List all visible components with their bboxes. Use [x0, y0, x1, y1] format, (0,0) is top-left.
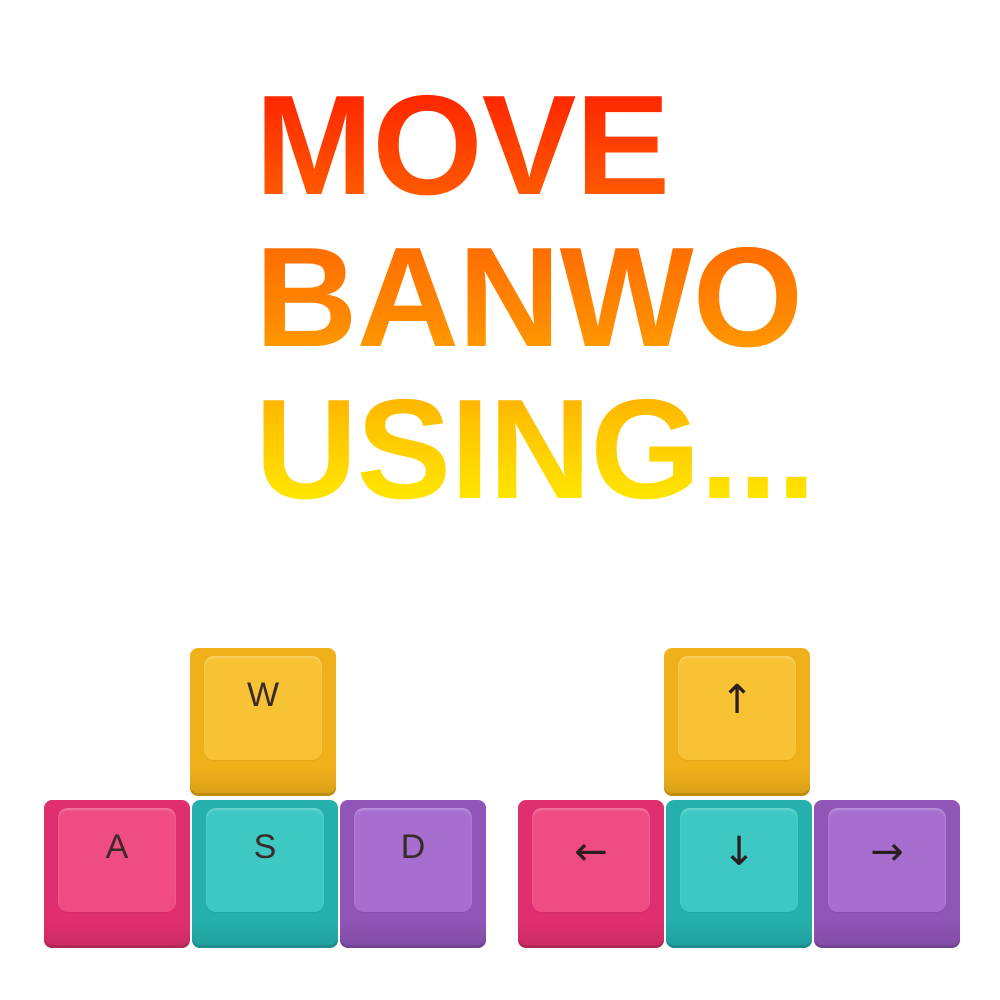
- key-arrow-right[interactable]: →: [814, 800, 960, 948]
- key-arrow-left[interactable]: ←: [518, 800, 664, 948]
- key-arrow-down-top: ↓: [680, 808, 798, 912]
- key-s-top: S: [206, 808, 324, 912]
- headline-line-using: USING...: [255, 370, 816, 529]
- key-arrow-left-top: ←: [532, 808, 650, 912]
- arrow-up-icon: ↑: [720, 677, 754, 723]
- headline-line-move: MOVE: [255, 66, 670, 225]
- key-w[interactable]: W: [190, 648, 336, 796]
- key-a-legend: A: [105, 828, 129, 866]
- key-w-legend: W: [246, 676, 280, 714]
- key-arrow-up-top: ↑: [678, 656, 796, 760]
- key-a[interactable]: A: [44, 800, 190, 948]
- headline-line-banwo: BANWO: [255, 218, 803, 377]
- wasd-keypad: W A S D: [44, 648, 486, 948]
- key-d-legend: D: [400, 828, 426, 866]
- key-w-top: W: [204, 656, 322, 760]
- key-d[interactable]: D: [340, 800, 486, 948]
- key-arrow-up[interactable]: ↑: [664, 648, 810, 796]
- arrow-right-icon: →: [870, 829, 904, 875]
- key-arrow-right-top: →: [828, 808, 946, 912]
- arrow-keypad: ↑ ← ↓ →: [518, 648, 960, 948]
- arrow-left-icon: ←: [574, 829, 608, 875]
- arrow-down-icon: ↓: [722, 829, 756, 875]
- key-s[interactable]: S: [192, 800, 338, 948]
- key-s-legend: S: [253, 828, 277, 866]
- key-d-top: D: [354, 808, 472, 912]
- key-a-top: A: [58, 808, 176, 912]
- headline: MOVE BANWO USING...: [255, 70, 875, 526]
- key-arrow-down[interactable]: ↓: [666, 800, 812, 948]
